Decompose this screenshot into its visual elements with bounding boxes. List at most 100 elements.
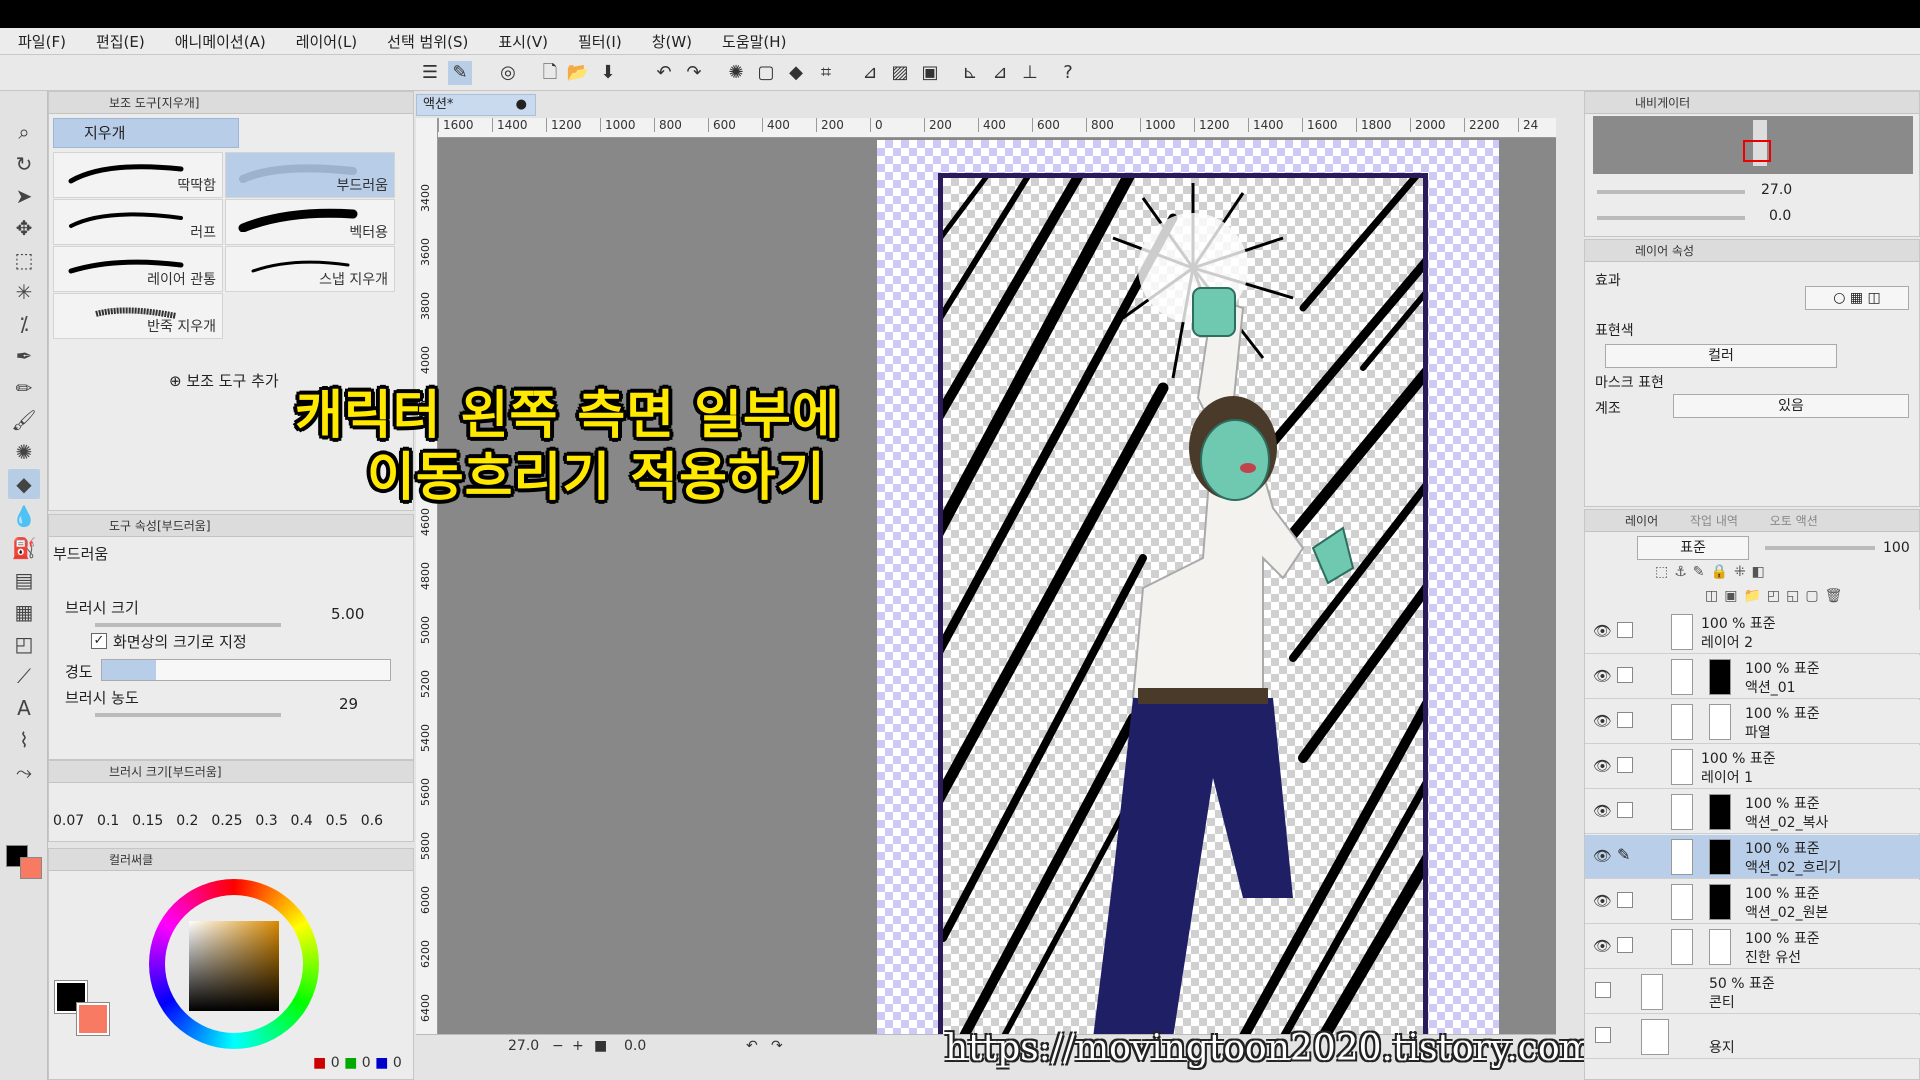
menu-icon[interactable]: ☰ xyxy=(418,61,442,85)
brush-size-preset[interactable]: 0.2 xyxy=(176,791,198,837)
open-folder-icon[interactable]: 📂 xyxy=(566,61,590,85)
navigator-preview[interactable] xyxy=(1593,116,1913,174)
airbrush-tool-icon[interactable]: ✺ xyxy=(8,437,40,467)
layer-check[interactable] xyxy=(1595,1027,1611,1043)
layer-check[interactable] xyxy=(1617,667,1633,683)
menu-layer[interactable]: 레이어(L) xyxy=(296,31,357,52)
add-subtool-button[interactable]: ⊕ 보조 도구 추가 xyxy=(169,370,279,391)
move-tool-icon[interactable]: ✥ xyxy=(8,213,40,243)
rotate-right-icon[interactable]: ↷ xyxy=(771,1038,783,1054)
eye-icon[interactable]: 👁 xyxy=(1593,802,1612,820)
brush-hard[interactable]: 딱딱함 xyxy=(53,152,223,198)
brush-size-preset[interactable]: 0.1 xyxy=(97,791,119,837)
eyedropper-icon[interactable]: ⁒ xyxy=(8,309,40,339)
eye-icon[interactable]: 👁 xyxy=(1593,892,1612,910)
new-file-icon[interactable]: 🗋 xyxy=(538,61,562,85)
brush-size-slider[interactable] xyxy=(95,623,281,627)
hardness-selector[interactable] xyxy=(101,659,391,681)
menu-selection[interactable]: 선택 범위(S) xyxy=(387,31,468,52)
zoom-tool-icon[interactable]: ⌕ xyxy=(8,117,40,147)
brush-soft[interactable]: 부드러움 xyxy=(225,152,395,198)
tab-history[interactable]: 작업 내역 xyxy=(1690,514,1738,528)
comic-frame[interactable] xyxy=(938,173,1428,1043)
ruler-tool-icon[interactable]: ⟋ xyxy=(8,661,40,691)
brush-rough[interactable]: 러프 xyxy=(53,199,223,245)
deselect-icon[interactable]: ▢ xyxy=(754,61,778,85)
eye-icon[interactable]: 👁 xyxy=(1593,667,1612,685)
brush-size-preset[interactable]: 0.07 xyxy=(53,791,84,837)
layer-row[interactable]: 👁 100 % 표준 진한 유선 xyxy=(1585,925,1920,969)
spiral-icon[interactable]: ◎ xyxy=(496,61,520,85)
correct-line-icon[interactable]: ⤳ xyxy=(8,757,40,787)
menu-edit[interactable]: 편집(E) xyxy=(96,31,145,52)
brush-size-value[interactable]: 5.00 xyxy=(331,605,364,623)
density-slider[interactable] xyxy=(95,713,281,717)
layer-row[interactable]: 👁 100 % 표준 레이어 2 xyxy=(1585,610,1920,654)
save-icon[interactable]: ⬇ xyxy=(596,61,620,85)
help-icon[interactable]: ? xyxy=(1056,61,1080,85)
balloon-tool-icon[interactable]: ⌇ xyxy=(8,725,40,755)
zoom-out-icon[interactable]: − xyxy=(552,1038,564,1054)
fill-tool-icon[interactable]: ⛽ xyxy=(8,533,40,563)
layer-row[interactable]: 👁 100 % 표준 액션_01 xyxy=(1585,655,1920,699)
crop-icon[interactable]: ⊿ xyxy=(858,61,882,85)
loading-icon[interactable]: ✺ xyxy=(724,61,748,85)
frame-tool-icon[interactable]: ◰ xyxy=(8,629,40,659)
menu-view[interactable]: 표시(V) xyxy=(498,31,548,52)
eye-icon[interactable]: 👁 xyxy=(1593,622,1612,640)
tab-close-icon[interactable]: ● xyxy=(516,95,527,115)
brush-size-preset[interactable]: 0.25 xyxy=(211,791,242,837)
text-tool-icon[interactable]: A xyxy=(8,693,40,723)
layer-row[interactable]: 용지 xyxy=(1585,1015,1920,1059)
effect-buttons[interactable]: ○ ▦ ◫ xyxy=(1805,286,1909,310)
zoom-in-icon[interactable]: + xyxy=(572,1038,584,1054)
layer-action-icons[interactable]: ◫▣📁◰◱▢🗑 xyxy=(1705,588,1915,608)
auto-select-icon[interactable]: ✳ xyxy=(8,277,40,307)
brush-kneaded-eraser[interactable]: 반죽 지우개 xyxy=(53,293,223,339)
selection-tool-icon[interactable]: ⬚ xyxy=(8,245,40,275)
layer-opacity-value[interactable]: 100 xyxy=(1883,540,1910,556)
pencil-tool-icon[interactable]: ✏ xyxy=(8,373,40,403)
navigator-zoom-value[interactable]: 27.0 xyxy=(1761,182,1792,198)
menu-window[interactable]: 창(W) xyxy=(652,31,692,52)
brush-size-preset[interactable]: 0.5 xyxy=(326,791,348,837)
menu-help[interactable]: 도움말(H) xyxy=(722,31,786,52)
screen-size-checkbox[interactable]: ✓ xyxy=(91,633,107,649)
layer-row[interactable]: 👁 100 % 표준 액션_02_복사 xyxy=(1585,790,1920,834)
tab-auto-action[interactable]: 오토 액션 xyxy=(1770,514,1818,528)
pen-tool-icon[interactable]: ✒ xyxy=(8,341,40,371)
sub-color-swatch[interactable] xyxy=(20,857,42,879)
brush-size-preset[interactable]: 0.6 xyxy=(361,791,383,837)
layer-row[interactable]: 👁 100 % 표준 레이어 1 xyxy=(1585,745,1920,789)
eraser-tool-icon[interactable]: ◆ xyxy=(8,469,40,499)
layer-check[interactable] xyxy=(1617,892,1633,908)
transform-icon[interactable]: ⌗ xyxy=(814,61,838,85)
menu-animation[interactable]: 애니메이션(A) xyxy=(175,31,266,52)
menu-filter[interactable]: 필터(I) xyxy=(578,31,622,52)
layer-opacity-slider[interactable] xyxy=(1765,546,1875,550)
canvas-zoom-value[interactable]: 27.0 xyxy=(508,1038,539,1054)
brush-snap-eraser[interactable]: 스냅 지우개 xyxy=(225,246,395,292)
eye-icon[interactable]: 👁 xyxy=(1593,712,1612,730)
brush-through-layer[interactable]: 레이어 관통 xyxy=(53,246,223,292)
special-ruler-icon[interactable]: ⊿ xyxy=(988,61,1012,85)
layer-row[interactable]: 50 % 표준 콘티 xyxy=(1585,970,1920,1014)
figure-tool-icon[interactable]: ▦ xyxy=(8,597,40,627)
saturation-value-square[interactable] xyxy=(189,921,279,1011)
layer-check[interactable] xyxy=(1617,757,1633,773)
canvas-tab[interactable]: 액션* ● xyxy=(416,94,536,116)
sub-color-large[interactable] xyxy=(76,1002,110,1036)
layer-row-selected[interactable]: 👁 ✎ 100 % 표준 액션_02_흐리기 xyxy=(1585,835,1920,879)
edit-mode-icon[interactable]: ✎ xyxy=(448,61,472,85)
layer-row[interactable]: 👁 100 % 표준 파열 xyxy=(1585,700,1920,744)
clear-icon[interactable]: ▨ xyxy=(888,61,912,85)
eye-icon[interactable]: 👁 xyxy=(1593,937,1612,955)
brush-size-preset[interactable]: 0.4 xyxy=(290,791,312,837)
fit-icon[interactable]: ■ xyxy=(594,1038,607,1054)
navigator-angle-value[interactable]: 0.0 xyxy=(1769,208,1791,224)
layer-lock-icons[interactable]: ⬚⚓✎🔒⁜◧ xyxy=(1655,564,1915,584)
object-tool-icon[interactable]: ➤ xyxy=(8,181,40,211)
rotate-tool-icon[interactable]: ↻ xyxy=(8,149,40,179)
layer-check[interactable] xyxy=(1617,622,1633,638)
canvas-angle-value[interactable]: 0.0 xyxy=(624,1038,646,1054)
